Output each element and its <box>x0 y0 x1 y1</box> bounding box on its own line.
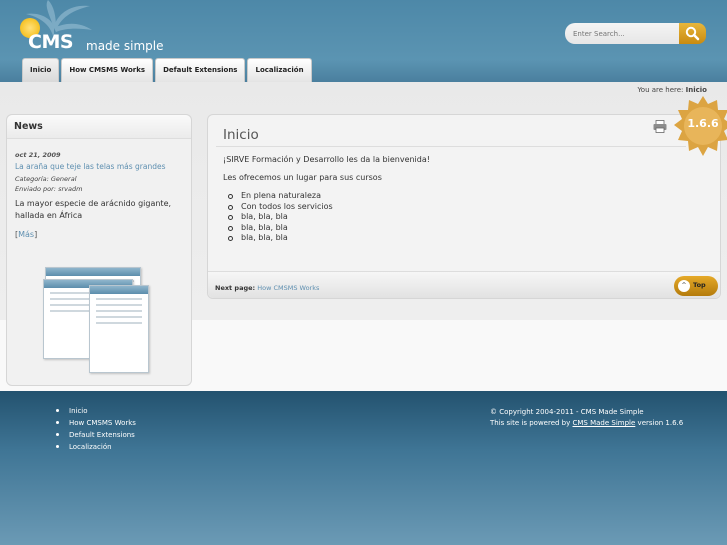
list-item: bla, bla, bla <box>228 223 333 234</box>
tab-default-extensions[interactable]: Default Extensions <box>155 58 246 82</box>
footer-link-inicio[interactable]: Inicio <box>56 405 136 417</box>
header: CMS made simple Inicio How CMSMS Works D… <box>0 0 727 82</box>
footer-link-default-extensions[interactable]: Default Extensions <box>56 429 136 441</box>
footer-nav: Inicio How CMSMS Works Default Extension… <box>56 405 136 453</box>
list-item: bla, bla, bla <box>228 212 333 223</box>
print-icon[interactable] <box>653 120 667 133</box>
tab-how-cmsms-works[interactable]: How CMSMS Works <box>61 58 154 82</box>
list-item: bla, bla, bla <box>228 233 333 244</box>
main-content: Inicio ¡SIRVE Formación y Desarrollo les… <box>207 114 721 299</box>
next-page-link[interactable]: How CMSMS Works <box>257 284 319 292</box>
news-category: Categoría: General <box>15 175 77 183</box>
tab-inicio[interactable]: Inicio <box>22 58 60 82</box>
cms-logo[interactable]: CMS made simple <box>8 0 178 56</box>
next-page: Next page: How CMSMS Works <box>215 284 319 292</box>
powered-suffix: version 1.6.6 <box>637 419 684 427</box>
main-nav: Inicio How CMSMS Works Default Extension… <box>22 58 312 82</box>
news-author: Enviado por: srvadm <box>15 185 83 193</box>
features-list: En plena naturaleza Con todos los servic… <box>228 191 333 244</box>
thumbnail-line <box>96 298 142 300</box>
news-sidebar: News oct 21, 2009 La araña que teje las … <box>6 114 192 386</box>
thumbnail-front <box>89 285 149 373</box>
footer-link-how-cmsms-works[interactable]: How CMSMS Works <box>56 417 136 429</box>
content-footer: Next page: How CMSMS Works ^ Top <box>208 271 720 298</box>
next-page-label: Next page: <box>215 284 256 292</box>
version-badge: 1.6.6 <box>673 95 727 157</box>
search-input[interactable] <box>565 23 681 44</box>
page-title: Inicio <box>223 127 259 143</box>
search-button[interactable] <box>679 23 706 44</box>
thumbnail-bar <box>46 268 140 276</box>
search-box <box>565 23 706 44</box>
title-divider <box>216 146 686 147</box>
top-label: Top <box>693 281 706 289</box>
search-icon <box>685 26 700 41</box>
version-text: 1.6.6 <box>687 117 719 130</box>
news-heading: News <box>7 115 191 139</box>
logo-tagline: made simple <box>86 39 164 53</box>
news-more: [Más] <box>15 230 37 239</box>
breadcrumb-current: Inicio <box>685 86 707 94</box>
screenshot-thumbnail <box>43 267 149 373</box>
arrow-up-icon: ^ <box>678 280 690 292</box>
thumbnail-line <box>96 316 142 318</box>
thumbnail-line <box>96 322 142 324</box>
logo-text: CMS <box>28 31 74 53</box>
news-date: oct 21, 2009 <box>15 151 61 159</box>
more-bracket-close: ] <box>34 230 38 239</box>
welcome-text: ¡SIRVE Formación y Desarrollo les da la … <box>223 155 430 164</box>
intro-text: Les ofrecemos un lugar para sus cursos <box>223 173 382 182</box>
news-title-link[interactable]: La araña que teje las telas más grandes <box>15 162 165 171</box>
thumbnail-line <box>96 310 142 312</box>
powered-by: This site is powered by CMS Made Simple … <box>490 418 683 429</box>
copyright-text: © Copyright 2004-2011 - CMS Made Simple <box>490 408 644 416</box>
tab-localizacion[interactable]: Localización <box>247 58 312 82</box>
powered-link[interactable]: CMS Made Simple <box>573 419 636 427</box>
powered-prefix: This site is powered by <box>490 419 571 427</box>
breadcrumb-prefix: You are here: <box>637 86 684 94</box>
breadcrumb: You are here: Inicio <box>637 86 707 94</box>
news-summary: La mayor especie de arácnido gigante, ha… <box>15 199 172 220</box>
list-item: Con todos los servicios <box>228 202 333 213</box>
copyright-block: © Copyright 2004-2011 - CMS Made Simple … <box>490 407 683 429</box>
top-button[interactable]: ^ Top <box>674 276 718 296</box>
more-link[interactable]: Más <box>18 230 34 239</box>
list-item: En plena naturaleza <box>228 191 333 202</box>
thumbnail-bar <box>90 286 148 294</box>
footer-link-localizacion[interactable]: Localización <box>56 441 136 453</box>
thumbnail-line <box>96 304 142 306</box>
